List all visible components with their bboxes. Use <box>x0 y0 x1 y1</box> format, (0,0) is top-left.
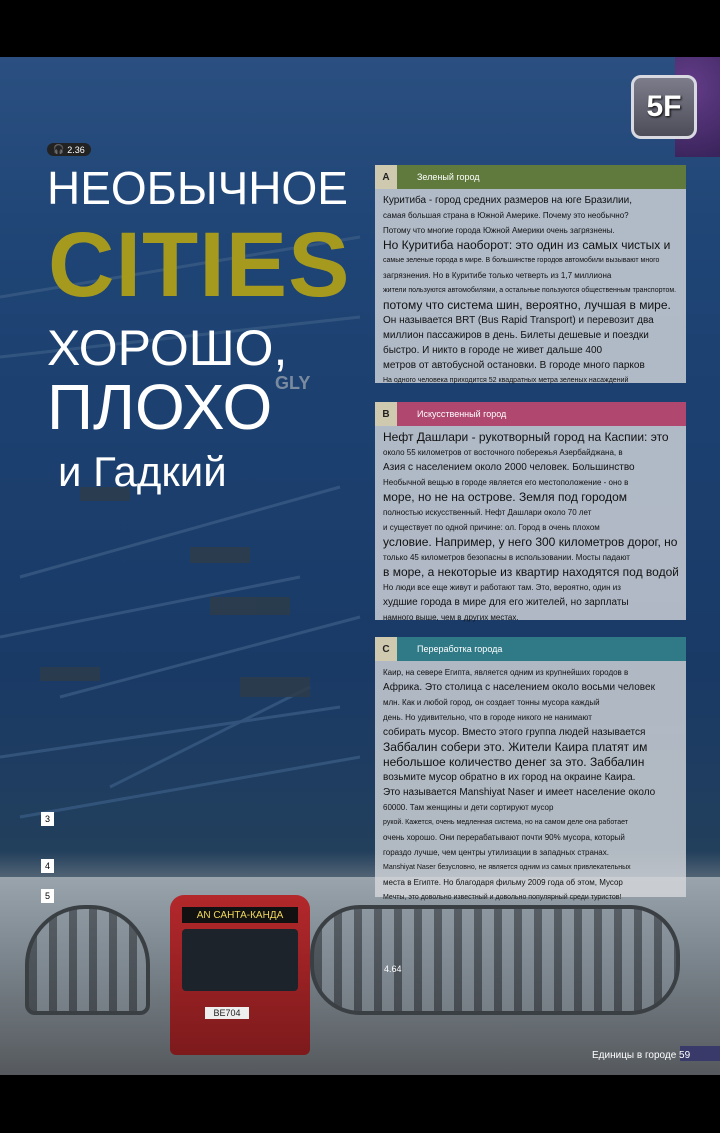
tube-station-left <box>25 905 150 1015</box>
panel-text-line: Потому что многие города Южной Америки о… <box>383 226 615 235</box>
panel-text-line: быстро. И никто в городе не живет дальше… <box>383 345 603 356</box>
title-cities: CITIES <box>48 214 351 316</box>
panel-text-line: гораздо лучше, чем центры утилизации в з… <box>383 848 609 857</box>
panel-text-line: млн. Как и любой город, он создает тонны… <box>383 698 600 707</box>
panel-text-line: день. Но удивительно, что в городе никог… <box>383 713 592 722</box>
panel-header: C Переработка города <box>375 637 686 661</box>
panel-green-city: A Зеленый город Куритиба - город средних… <box>375 165 686 384</box>
panel-text-line: жители пользуются автомобилями, а осталь… <box>383 287 678 294</box>
panel-text-line: только 45 километров безопасны в использ… <box>383 553 630 562</box>
page-footer: Единицы в городе 59 <box>592 1050 691 1061</box>
panel-text-line: рукой. Кажется, очень медленная система,… <box>383 819 628 826</box>
title-line-2: ХОРОШО, <box>47 320 288 376</box>
unit-badge: 5F <box>631 75 697 139</box>
panel-text-line: самая большая страна в Южной Америке. По… <box>383 211 629 220</box>
panel-text-line: условие. Например, у него 300 километров… <box>383 535 678 549</box>
bus-plate: BE704 <box>205 1007 249 1019</box>
panel-text-line: Куритиба - город средних размеров на юге… <box>383 195 633 206</box>
photo-number-3: 3 <box>41 812 54 826</box>
panel-text-line: худшие города в мире для его жителей, но… <box>383 597 629 608</box>
panel-text-line: Африка. Это столица с населением около в… <box>383 682 655 693</box>
panel-text-line: метров от автобусной остановки. В городе… <box>383 360 645 371</box>
panel-text-line: очень хорошо. Они перерабатывают почти 9… <box>383 833 625 842</box>
panel-text-line: потому что система шин, вероятно, лучшая… <box>383 298 671 312</box>
panel-text-line: загрязнения. Но в Куритибе только четвер… <box>383 271 612 280</box>
panel-text-line: самые зеленые города в мире. В большинст… <box>383 257 660 264</box>
panel-letter: A <box>375 165 397 189</box>
panel-heading: Искусственный город <box>417 409 507 419</box>
panel-letter: B <box>375 402 397 426</box>
ghost-word: GLY <box>275 373 311 393</box>
panel-text-line: море, но не на острове. Земля под городо… <box>383 490 627 504</box>
panel-text-line: На одного человека приходится 52 квадрат… <box>383 377 629 384</box>
panel-letter: C <box>375 637 397 661</box>
panel-text-line: небольшое количество денег за это. Забба… <box>383 755 645 769</box>
title-line-4: и Гадкий <box>58 448 227 495</box>
panel-heading: Зеленый город <box>417 172 480 182</box>
panel-text-line: и существует по одной причине: ол. Город… <box>383 523 600 532</box>
panel-text-line: 60000. Там женщины и дети сортируют мусо… <box>383 803 554 812</box>
panel-text-line: в море, а некоторые из квартир находятся… <box>383 565 678 579</box>
panel-text-line: Мечты, это довольно известный и довольно… <box>383 894 622 901</box>
panel-text-line: миллион пассажиров в день. Билеты дешевы… <box>383 330 649 341</box>
panel-text-line: полностью искусственный. Нефт Дашлари ок… <box>383 508 592 517</box>
photo-number-4: 4 <box>41 859 54 873</box>
panel-text-line: Manshiyat Naser безусловно, не является … <box>383 864 631 871</box>
panel-text-line: Он называется BRT (Bus Rapid Transport) … <box>383 315 654 326</box>
tube-station-right <box>310 905 680 1015</box>
panel-text-line: Каир, на севере Египта, является одним и… <box>383 668 629 677</box>
panel-body: Куритиба - город средних размеров на юге… <box>375 189 686 394</box>
panel-header: B Искусственный город <box>375 402 686 426</box>
panel-text-line: Это называется Manshiyat Naser и имеет н… <box>383 787 656 798</box>
panel-heading: Переработка города <box>417 644 503 654</box>
photo-number-5: 5 <box>41 889 54 903</box>
headphones-icon: 🎧 <box>53 144 65 154</box>
title-line-3: ПЛОХО <box>47 371 273 443</box>
bus-destination-sign: AN САНТА-КАНДА <box>182 907 298 923</box>
panel-recycling-city: C Переработка города Каир, на севере Еги… <box>375 637 686 901</box>
panel-body: Каир, на севере Египта, является одним и… <box>375 661 686 911</box>
panel-header: A Зеленый город <box>375 165 686 189</box>
bus-windshield <box>182 929 298 991</box>
panel-text-line: возьмите мусор обратно в их город на окр… <box>383 772 636 783</box>
panel-text-line: около 55 километров от восточного побере… <box>383 448 623 457</box>
title-line-1: НЕОБЫЧНОЕ <box>47 162 348 214</box>
panel-body: Нефт Дашлари - рукотворный город на Касп… <box>375 426 686 631</box>
red-bus: AN САНТА-КАНДА BE704 <box>170 895 310 1055</box>
audio-track[interactable]: 🎧 2.36 <box>47 143 91 156</box>
panel-text-line: собирать мусор. Вместо этого группа люде… <box>383 727 646 738</box>
panel-text-line: Нефт Дашлари - рукотворный город на Касп… <box>383 430 669 444</box>
panel-text-line: места в Египте. Но благодаря фильму 2009… <box>383 878 623 887</box>
panel-text-line: Азия с населением около 2000 человек. Бо… <box>383 462 635 473</box>
track-label: 4.64 <box>384 964 402 974</box>
audio-track-number: 2.36 <box>67 144 85 155</box>
panel-artificial-city: B Искусственный город Нефт Дашлари - рук… <box>375 402 686 622</box>
panel-text-line: Заббалин собери это. Жители Каира платят… <box>383 740 648 754</box>
panel-text-line: Но Куритиба наоборот: это один из самых … <box>383 238 671 252</box>
panel-text-line: Необычной вещью в городе является его ме… <box>383 478 629 487</box>
panel-text-line: намного выше, чем в других местах. <box>383 613 519 622</box>
panel-text-line: Но люди все еще живут и работают там. Эт… <box>383 583 621 592</box>
